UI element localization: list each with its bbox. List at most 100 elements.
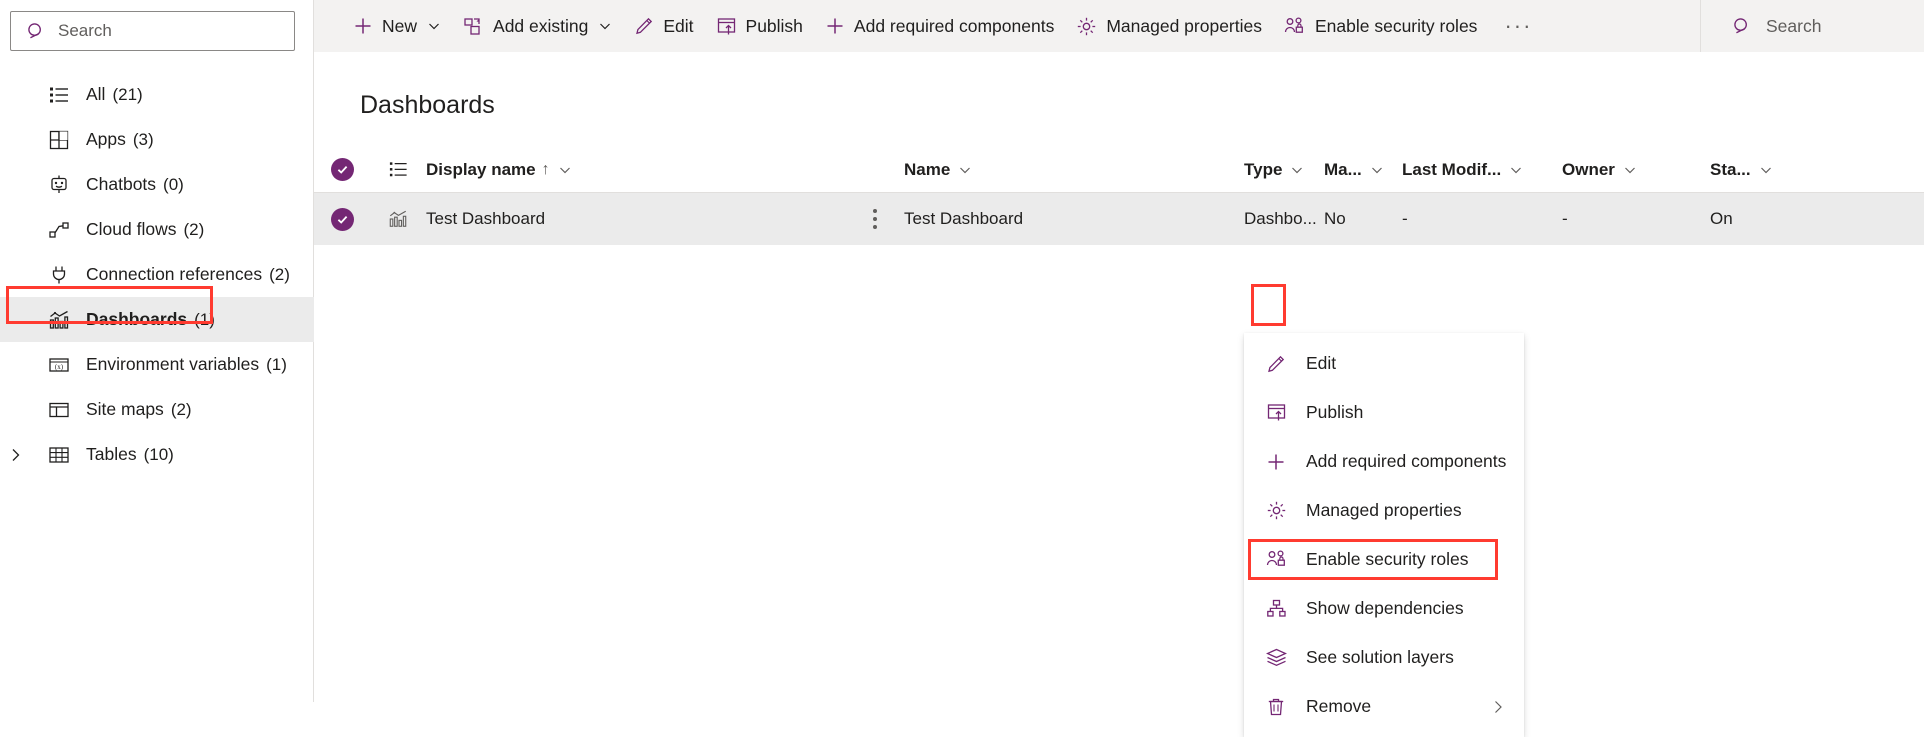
publish-icon xyxy=(716,16,737,37)
plus-icon xyxy=(353,16,373,36)
sidebar-item-apps[interactable]: Apps (3) xyxy=(0,117,314,162)
command-enable-security-roles[interactable]: Enable security roles xyxy=(1273,0,1488,52)
sort-ascending-icon: ↑ xyxy=(541,160,550,178)
highlight-box-row-more-actions xyxy=(1251,284,1286,326)
list-icon xyxy=(48,84,74,106)
column-header-label: Type xyxy=(1244,159,1283,179)
chevron-down-icon[interactable] xyxy=(598,19,612,33)
table-row[interactable]: Test Dashboard Test Dashboard Dashbo... … xyxy=(314,193,1924,245)
sidebar-item-site-maps[interactable]: Site maps (2) xyxy=(0,387,314,432)
chevron-down-icon[interactable] xyxy=(1623,163,1637,177)
trash-icon xyxy=(1266,696,1292,717)
select-all-checkbox[interactable] xyxy=(314,158,370,181)
sidebar-item-environment-variables[interactable]: (x) Environment variables (1) xyxy=(0,342,314,387)
sidebar: Search All (21) Apps (3) Chatbots (0) Cl… xyxy=(0,0,314,702)
chevron-down-icon[interactable] xyxy=(958,163,972,177)
command-new[interactable]: New xyxy=(342,0,452,52)
row-checkbox[interactable] xyxy=(314,207,370,231)
context-menu-item-edit[interactable]: Edit xyxy=(1244,339,1524,388)
command-label: Publish xyxy=(745,15,803,36)
command-publish[interactable]: Publish xyxy=(705,0,814,52)
variable-icon: (x) xyxy=(48,354,74,376)
context-menu-item-remove[interactable]: Remove xyxy=(1244,682,1524,731)
command-bar-search-input[interactable]: Search xyxy=(1700,0,1924,52)
pencil-icon xyxy=(634,16,654,36)
command-label: Edit xyxy=(663,15,694,36)
chevron-down-icon[interactable] xyxy=(1509,163,1523,177)
cell-display-name: Test Dashboard xyxy=(426,209,546,228)
content-area: Dashboards Display name ↑ Name Type Ma..… xyxy=(314,52,1924,737)
context-menu-item-show-dependencies[interactable]: Show dependencies xyxy=(1244,584,1524,633)
checkbox-checked-icon xyxy=(330,207,354,231)
cell-owner: - xyxy=(1562,209,1568,228)
security-roles-icon xyxy=(1266,549,1292,570)
column-header-type[interactable]: Type xyxy=(1244,160,1324,180)
sidebar-item-tables[interactable]: Tables (10) xyxy=(0,432,314,477)
column-header-name[interactable]: Name xyxy=(904,160,1244,180)
sidebar-item-connection-references[interactable]: Connection references (2) xyxy=(0,252,314,297)
sitemap-layout-icon xyxy=(48,399,74,421)
sidebar-item-label: Chatbots xyxy=(86,174,157,194)
chevron-down-icon[interactable] xyxy=(1290,163,1304,177)
context-menu-item-publish[interactable]: Publish xyxy=(1244,388,1524,437)
sidebar-item-label: Tables xyxy=(86,444,137,464)
sidebar-nav-list: All (21) Apps (3) Chatbots (0) Cloud flo… xyxy=(0,72,314,477)
column-header-owner[interactable]: Owner xyxy=(1562,160,1710,180)
search-icon xyxy=(27,22,46,41)
cell-managed: No xyxy=(1324,209,1346,228)
sidebar-item-cloud-flows[interactable]: Cloud flows (2) xyxy=(0,207,314,252)
plus-icon xyxy=(825,16,845,36)
apps-grid-icon xyxy=(48,129,74,151)
chevron-down-icon[interactable] xyxy=(558,163,572,177)
sidebar-item-count: (0) xyxy=(163,174,184,194)
context-menu-item-enable-security-roles[interactable]: Enable security roles xyxy=(1244,535,1524,584)
sidebar-item-label: Environment variables xyxy=(86,354,260,374)
dashboards-grid: Display name ↑ Name Type Ma... Last Modi… xyxy=(314,147,1924,245)
command-label: Enable security roles xyxy=(1314,15,1478,36)
publish-icon xyxy=(1266,402,1292,423)
chevron-down-icon[interactable] xyxy=(427,19,441,33)
command-overflow-button[interactable]: ··· xyxy=(1488,0,1548,52)
row-more-actions-button[interactable] xyxy=(846,199,904,239)
chatbot-icon xyxy=(48,174,74,196)
sidebar-item-label: All xyxy=(86,84,106,104)
cell-type: Dashbo... xyxy=(1244,209,1317,228)
sidebar-item-dashboards[interactable]: Dashboards (1) xyxy=(0,297,314,342)
sidebar-item-label: Dashboards xyxy=(86,309,188,329)
sidebar-item-count: (1) xyxy=(266,354,287,374)
sidebar-item-count: (3) xyxy=(132,129,154,149)
sidebar-item-chatbots[interactable]: Chatbots (0) xyxy=(0,162,314,207)
main-area: New Add existing Edit Publish Add requir… xyxy=(314,0,1924,737)
dashboard-chart-icon xyxy=(48,309,74,331)
context-menu-item-managed-properties[interactable]: Managed properties xyxy=(1244,486,1524,535)
command-add-required-components[interactable]: Add required components xyxy=(814,0,1065,52)
column-header-display-name[interactable]: Display name ↑ xyxy=(426,160,846,180)
command-add-existing[interactable]: Add existing xyxy=(452,0,623,52)
grid-type-column-header[interactable] xyxy=(370,159,426,180)
chevron-down-icon[interactable] xyxy=(1370,163,1384,177)
sidebar-search-input[interactable]: Search xyxy=(10,11,295,51)
context-menu-item-see-solution-layers[interactable]: See solution layers xyxy=(1244,633,1524,682)
sidebar-item-all[interactable]: All (21) xyxy=(0,72,314,117)
context-menu-item-label: Managed properties xyxy=(1306,500,1462,520)
column-header-label: Last Modif... xyxy=(1402,159,1502,179)
context-menu-item-add-required-components[interactable]: Add required components xyxy=(1244,437,1524,486)
more-vertical-icon[interactable] xyxy=(846,199,904,239)
dashboard-chart-icon xyxy=(388,209,408,229)
sidebar-item-label: Apps xyxy=(86,129,126,149)
column-header-last-modified[interactable]: Last Modif... xyxy=(1402,160,1562,180)
context-menu-item-label: Publish xyxy=(1306,402,1364,422)
chevron-right-icon[interactable] xyxy=(8,447,24,463)
command-managed-properties[interactable]: Managed properties xyxy=(1065,0,1273,52)
column-header-label: Name xyxy=(904,159,951,179)
column-header-managed[interactable]: Ma... xyxy=(1324,160,1402,180)
sidebar-item-label: Connection references xyxy=(86,264,263,284)
command-edit[interactable]: Edit xyxy=(623,0,704,52)
column-header-status[interactable]: Sta... xyxy=(1710,160,1800,180)
page-title: Dashboards xyxy=(360,91,495,119)
context-menu-item-label: Show dependencies xyxy=(1306,598,1464,618)
chevron-down-icon[interactable] xyxy=(1759,163,1773,177)
add-existing-icon xyxy=(463,16,484,37)
checkbox-checked-icon xyxy=(330,158,354,181)
chevron-right-icon[interactable] xyxy=(1490,699,1506,715)
